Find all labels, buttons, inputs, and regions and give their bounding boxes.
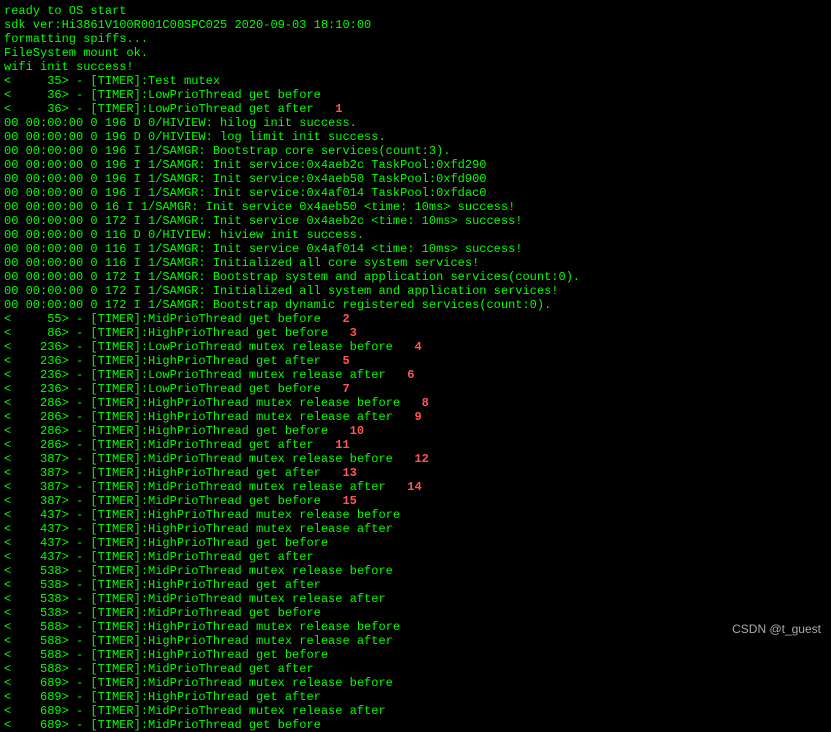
log-line: < 588> - [TIMER]:HighPrioThread mutex re… <box>4 620 827 634</box>
annotation-number: 4 <box>393 340 422 354</box>
annotation-number: 15 <box>321 494 357 508</box>
annotation-number: 9 <box>393 410 422 424</box>
log-line: < 538> - [TIMER]:MidPrioThread mutex rel… <box>4 592 827 606</box>
annotation-number: 2 <box>321 312 350 326</box>
log-line: FileSystem mount ok. <box>4 46 827 60</box>
log-line: 00 00:00:00 0 196 I 1/SAMGR: Init servic… <box>4 172 827 186</box>
log-line: 00 00:00:00 0 16 I 1/SAMGR: Init service… <box>4 200 827 214</box>
log-line: < 35> - [TIMER]:Test mutex <box>4 74 827 88</box>
annotation-number: 10 <box>328 424 364 438</box>
log-line: < 588> - [TIMER]:MidPrioThread get after <box>4 662 827 676</box>
annotation-number: 8 <box>400 396 429 410</box>
log-line: 00 00:00:00 0 196 D 0/HIVIEW: hilog init… <box>4 116 827 130</box>
log-line: < 286> - [TIMER]:HighPrioThread mutex re… <box>4 410 827 424</box>
log-line: 00 00:00:00 0 116 I 1/SAMGR: Initialized… <box>4 256 827 270</box>
log-line: wifi init success! <box>4 60 827 74</box>
log-line: < 387> - [TIMER]:HighPrioThread get afte… <box>4 466 827 480</box>
annotation-number: 6 <box>386 368 415 382</box>
log-line: 00 00:00:00 0 172 I 1/SAMGR: Bootstrap s… <box>4 270 827 284</box>
terminal-output: ready to OS startsdk ver:Hi3861V100R001C… <box>4 4 827 732</box>
log-line: < 538> - [TIMER]:MidPrioThread mutex rel… <box>4 564 827 578</box>
annotation-number: 1 <box>314 102 343 116</box>
log-line: 00 00:00:00 0 196 I 1/SAMGR: Init servic… <box>4 186 827 200</box>
annotation-number: 7 <box>321 382 350 396</box>
log-line: < 689> - [TIMER]:MidPrioThread mutex rel… <box>4 676 827 690</box>
log-line: < 236> - [TIMER]:HighPrioThread get afte… <box>4 354 827 368</box>
log-line: < 36> - [TIMER]:LowPrioThread get after … <box>4 102 827 116</box>
log-line: < 55> - [TIMER]:MidPrioThread get before… <box>4 312 827 326</box>
annotation-number: 11 <box>314 438 350 452</box>
log-line: < 236> - [TIMER]:LowPrioThread mutex rel… <box>4 340 827 354</box>
log-line: 00 00:00:00 0 116 D 0/HIVIEW: hiview ini… <box>4 228 827 242</box>
annotation-number: 13 <box>321 466 357 480</box>
log-line: < 36> - [TIMER]:LowPrioThread get before <box>4 88 827 102</box>
log-line: < 286> - [TIMER]:MidPrioThread get after… <box>4 438 827 452</box>
log-line: < 538> - [TIMER]:MidPrioThread get befor… <box>4 606 827 620</box>
log-line: < 286> - [TIMER]:HighPrioThread mutex re… <box>4 396 827 410</box>
log-line: 00 00:00:00 0 172 I 1/SAMGR: Initialized… <box>4 284 827 298</box>
log-line: 00 00:00:00 0 196 D 0/HIVIEW: log limit … <box>4 130 827 144</box>
log-line: < 437> - [TIMER]:HighPrioThread get befo… <box>4 536 827 550</box>
log-line: formatting spiffs... <box>4 32 827 46</box>
log-line: sdk ver:Hi3861V100R001C00SPC025 2020-09-… <box>4 18 827 32</box>
log-line: ready to OS start <box>4 4 827 18</box>
log-line: < 689> - [TIMER]:HighPrioThread get afte… <box>4 690 827 704</box>
log-line: < 437> - [TIMER]:MidPrioThread get after <box>4 550 827 564</box>
log-line: < 689> - [TIMER]:MidPrioThread get befor… <box>4 718 827 732</box>
log-line: < 236> - [TIMER]:LowPrioThread mutex rel… <box>4 368 827 382</box>
log-line: < 437> - [TIMER]:HighPrioThread mutex re… <box>4 508 827 522</box>
log-line: 00 00:00:00 0 196 I 1/SAMGR: Init servic… <box>4 158 827 172</box>
log-line: < 387> - [TIMER]:MidPrioThread mutex rel… <box>4 480 827 494</box>
log-line: 00 00:00:00 0 172 I 1/SAMGR: Init servic… <box>4 214 827 228</box>
annotation-number: 14 <box>386 480 422 494</box>
log-line: < 538> - [TIMER]:HighPrioThread get afte… <box>4 578 827 592</box>
watermark: CSDN @t_guest <box>732 622 821 636</box>
log-line: < 387> - [TIMER]:MidPrioThread mutex rel… <box>4 452 827 466</box>
log-line: < 236> - [TIMER]:LowPrioThread get befor… <box>4 382 827 396</box>
log-line: 00 00:00:00 0 172 I 1/SAMGR: Bootstrap d… <box>4 298 827 312</box>
log-line: 00 00:00:00 0 196 I 1/SAMGR: Bootstrap c… <box>4 144 827 158</box>
log-line: < 588> - [TIMER]:HighPrioThread get befo… <box>4 648 827 662</box>
log-line: 00 00:00:00 0 116 I 1/SAMGR: Init servic… <box>4 242 827 256</box>
annotation-number: 3 <box>328 326 357 340</box>
log-line: < 86> - [TIMER]:HighPrioThread get befor… <box>4 326 827 340</box>
log-line: < 387> - [TIMER]:MidPrioThread get befor… <box>4 494 827 508</box>
annotation-number: 5 <box>321 354 350 368</box>
log-line: < 689> - [TIMER]:MidPrioThread mutex rel… <box>4 704 827 718</box>
log-line: < 437> - [TIMER]:HighPrioThread mutex re… <box>4 522 827 536</box>
log-line: < 286> - [TIMER]:HighPrioThread get befo… <box>4 424 827 438</box>
annotation-number: 12 <box>393 452 429 466</box>
